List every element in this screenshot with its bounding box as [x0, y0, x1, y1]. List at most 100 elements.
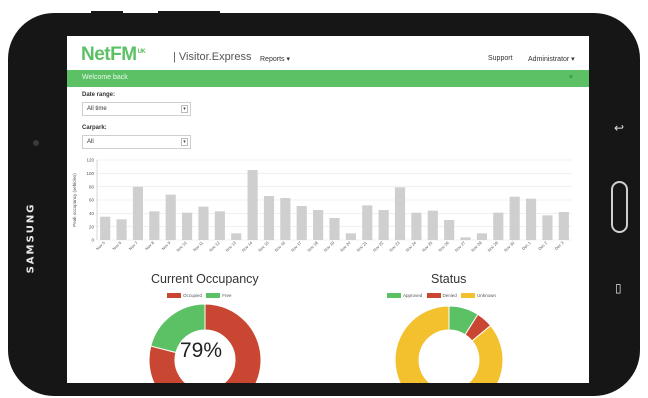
- x-tick-label: Nov 10: [175, 240, 188, 253]
- date-range-label: Date range:: [82, 92, 116, 98]
- x-tick-label: Nov 24: [405, 240, 418, 253]
- x-tick-label: Nov 29: [486, 240, 499, 253]
- bar: [263, 196, 275, 240]
- x-tick-label: Nov 19: [323, 240, 336, 253]
- logo-text: NetFM: [81, 44, 137, 65]
- legend-swatch-unknown: [461, 293, 476, 299]
- occupancy-legend: Occupied Free: [164, 293, 232, 299]
- bar: [394, 187, 406, 240]
- x-tick-label: Nov 30: [503, 240, 516, 253]
- x-tick-label: Nov 14: [241, 240, 254, 253]
- y-tick-label: 80: [89, 184, 95, 189]
- x-tick-label: Nov 8: [144, 240, 155, 251]
- legend-label-denied: Denied: [442, 293, 457, 298]
- bar: [198, 206, 209, 240]
- bar: [558, 212, 569, 240]
- top-navbar: NetFMUK | Visitor.Express Reports ▾ Supp…: [67, 36, 589, 70]
- bar: [509, 196, 520, 240]
- bar: [132, 186, 144, 240]
- logo-superscript: UK: [137, 48, 146, 55]
- bar: [345, 233, 356, 240]
- bar: [214, 211, 225, 240]
- carpark-label: Carpark:: [82, 125, 107, 131]
- administrator-menu[interactable]: Administrator ▾: [528, 55, 575, 63]
- y-tick-label: 0: [91, 238, 94, 243]
- bar: [247, 170, 258, 240]
- x-tick-label: Nov 13: [224, 240, 237, 253]
- y-tick-label: 20: [89, 224, 95, 229]
- device-brand: SAMSUNG: [25, 202, 37, 274]
- legend-label-unknown: Unknown: [477, 293, 496, 298]
- y-tick-label: 120: [86, 158, 94, 163]
- welcome-banner: Welcome back ×: [67, 70, 589, 87]
- recent-apps-key-icon[interactable]: ▯: [615, 281, 622, 295]
- bar: [411, 212, 422, 240]
- status-chart-title: Status: [431, 272, 467, 286]
- front-camera: [33, 140, 39, 146]
- x-tick-label: Nov 23: [388, 240, 401, 253]
- app-screen: NetFMUK | Visitor.Express Reports ▾ Supp…: [67, 36, 589, 383]
- bar: [362, 205, 373, 240]
- x-tick-label: Nov 21: [355, 240, 368, 253]
- x-tick-label: Nov 26: [437, 240, 450, 253]
- y-tick-label: 60: [89, 198, 95, 203]
- x-tick-label: Dec 2: [537, 240, 548, 251]
- x-tick-label: Nov 9: [160, 240, 171, 251]
- legend-swatch-free: [206, 293, 221, 299]
- carpark-value: All: [87, 139, 94, 145]
- x-tick-label: Nov 12: [208, 240, 221, 253]
- status-legend: Approved Denied Unknown: [384, 293, 496, 299]
- bar: [149, 211, 160, 240]
- y-axis-label: Peak occupancy (vehicles): [72, 173, 77, 227]
- x-tick-label: Nov 17: [290, 240, 303, 253]
- bar: [378, 210, 389, 240]
- x-tick-label: Nov 15: [257, 240, 270, 253]
- back-key-icon[interactable]: ↩: [614, 121, 624, 135]
- bar: [493, 212, 504, 240]
- bar: [427, 210, 438, 240]
- legend-swatch-denied: [426, 293, 441, 299]
- x-tick-label: Nov 6: [111, 240, 122, 251]
- product-name: | Visitor.Express: [173, 51, 252, 63]
- dropdown-caret-icon: ▾: [181, 138, 188, 146]
- x-tick-label: Nov 27: [454, 240, 467, 253]
- reports-menu[interactable]: Reports ▾: [260, 55, 290, 63]
- x-tick-label: Nov 18: [306, 240, 319, 253]
- bar: [296, 206, 307, 240]
- bar: [182, 212, 193, 240]
- bar: [476, 233, 487, 240]
- x-tick-label: Nov 7: [128, 240, 139, 251]
- peak-occupancy-bar-chart: 0 20 40 60 80 100 120 Nov 5 Nov 6 Nov 7 Nov 8 Nov 9…: [72, 158, 572, 253]
- x-tick-label: Dec 3: [554, 240, 565, 251]
- y-tick-label: 40: [89, 211, 95, 216]
- x-tick-label: Nov 25: [421, 240, 434, 253]
- bar: [231, 233, 242, 240]
- x-tick-label: Dec 1: [521, 240, 532, 251]
- x-tick-label: Nov 11: [192, 240, 205, 253]
- bar: [100, 216, 111, 240]
- legend-label-occupied: Occupied: [183, 293, 203, 298]
- occupancy-chart-title: Current Occupancy: [151, 272, 259, 286]
- support-link[interactable]: Support: [488, 55, 513, 62]
- x-tick-label: Nov 28: [470, 240, 483, 253]
- status-donut-chart: [394, 305, 504, 383]
- welcome-text: Welcome back: [82, 74, 128, 81]
- x-tick-label: Nov 20: [339, 240, 352, 253]
- netfm-logo[interactable]: NetFMUK: [81, 44, 146, 66]
- pie-slice-unknown: [394, 305, 504, 383]
- bar: [313, 210, 324, 240]
- bar: [329, 218, 340, 240]
- date-range-select[interactable]: All time ▾: [82, 102, 191, 116]
- bar: [116, 219, 127, 240]
- legend-swatch-occupied: [167, 293, 181, 299]
- bar: [444, 220, 455, 240]
- bar: [165, 194, 176, 240]
- close-icon[interactable]: ×: [569, 74, 573, 81]
- bar: [525, 198, 537, 240]
- x-tick-label: Nov 22: [372, 240, 385, 253]
- legend-label-approved: Approved: [403, 293, 423, 298]
- carpark-select[interactable]: All ▾: [82, 135, 191, 149]
- bar: [280, 198, 291, 240]
- x-tick-label: Nov 16: [274, 240, 287, 253]
- home-button[interactable]: [611, 181, 628, 233]
